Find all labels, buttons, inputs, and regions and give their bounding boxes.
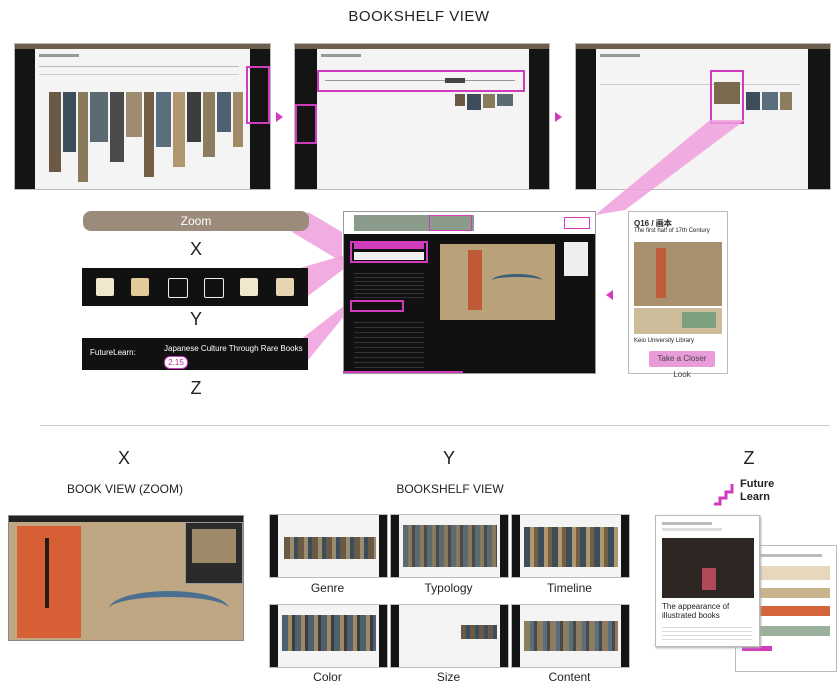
zoom-bar[interactable]: Zoom	[83, 211, 309, 231]
grid-thumb-genre[interactable]	[269, 514, 388, 578]
grid-thumb-typology[interactable]	[390, 514, 509, 578]
section-divider	[40, 425, 830, 426]
article-title: The appearance of illustrated books	[662, 602, 730, 620]
step-badge[interactable]: 2.15	[164, 356, 188, 369]
grid-label-size: Size	[436, 670, 461, 684]
grid-thumb-size[interactable]	[390, 604, 509, 668]
book-spread-image[interactable]	[634, 308, 722, 334]
bookshelf-view-caption: BOOKSHELF VIEW	[396, 482, 504, 496]
filter-icon-bar	[82, 268, 308, 306]
label-z: Z	[190, 378, 202, 398]
list-icon[interactable]	[168, 278, 188, 298]
futurelearn-steps-icon	[714, 484, 734, 506]
grid-thumb-color[interactable]	[269, 604, 388, 668]
book-period: The first half of 17th Century	[634, 228, 710, 234]
library-name: Keio University Library	[634, 338, 695, 344]
book-view-zoom[interactable]	[8, 515, 244, 641]
book-cover-image[interactable]	[634, 242, 722, 306]
article-hero-image	[662, 538, 754, 598]
minimap[interactable]	[185, 522, 243, 584]
question-icon[interactable]	[96, 278, 114, 296]
course-link-highlight	[350, 300, 404, 312]
grid-label-timeline: Timeline	[547, 581, 592, 595]
grid-label-genre: Genre	[310, 581, 345, 595]
book-view-caption: BOOK VIEW (ZOOM)	[67, 482, 183, 496]
book-icon[interactable]	[131, 278, 149, 296]
futurelearn-bar: FutureLearn: Japanese Culture Through Ra…	[82, 338, 308, 370]
take-closer-look-button[interactable]: Take a Closer Look	[649, 351, 715, 379]
book-detail-card: Q16 / 画本 The first half of 17th Century …	[628, 211, 728, 379]
futurelearn-page-front[interactable]: The appearance of illustrated books	[655, 515, 760, 647]
back-arrow	[606, 290, 613, 300]
open-book-icon[interactable]	[204, 278, 224, 298]
grid-thumb-timeline[interactable]	[511, 514, 630, 578]
book-viewer	[343, 211, 596, 374]
grid-label-content: Content	[548, 670, 591, 684]
label-x: X	[189, 239, 202, 259]
grid-label-color: Color	[313, 670, 342, 684]
bottom-label-y: Y	[442, 448, 455, 468]
book-page-image[interactable]	[440, 244, 555, 320]
picture-icon[interactable]	[276, 278, 294, 296]
course-title[interactable]: Japanese Culture Through Rare Books	[164, 344, 303, 353]
bottom-label-z: Z	[743, 448, 755, 468]
bottom-label-x: X	[117, 448, 130, 468]
logo-line-1: Future	[740, 478, 775, 490]
bar-chart-icon[interactable]	[240, 278, 258, 296]
futurelearn-label: FutureLearn:	[90, 348, 136, 357]
logo-line-2: Learn	[740, 491, 770, 503]
grid-label-typology: Typology	[424, 581, 473, 595]
label-y: Y	[189, 309, 202, 329]
grid-thumb-content[interactable]	[511, 604, 630, 668]
futurelearn-logo: Future Learn	[712, 478, 792, 508]
